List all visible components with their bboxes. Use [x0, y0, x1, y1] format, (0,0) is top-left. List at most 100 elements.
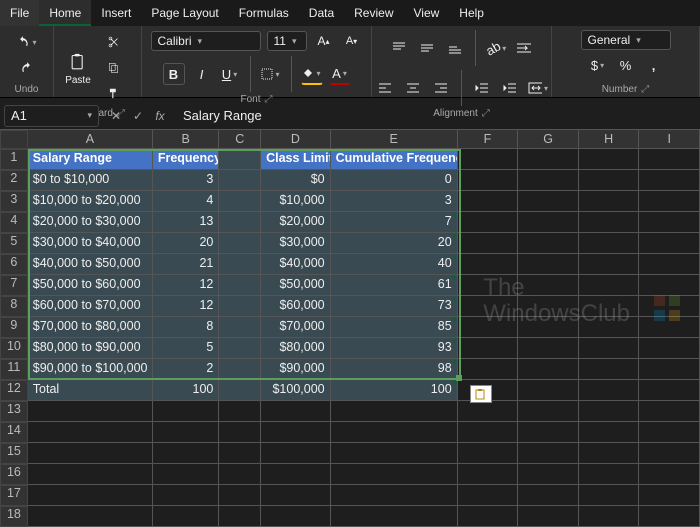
- cell[interactable]: [639, 191, 700, 212]
- cell[interactable]: $90,000 to $100,000: [28, 359, 153, 380]
- grow-font-button[interactable]: A▴: [313, 30, 335, 52]
- formula-input[interactable]: Salary Range: [173, 108, 700, 123]
- cell[interactable]: $50,000: [261, 275, 331, 296]
- name-box[interactable]: A1▾: [4, 105, 99, 127]
- row-header[interactable]: 1: [0, 149, 28, 170]
- cell[interactable]: $20,000: [261, 212, 331, 233]
- cell[interactable]: $70,000: [261, 317, 331, 338]
- cell[interactable]: [639, 380, 700, 401]
- cell[interactable]: 5: [153, 338, 220, 359]
- menu-review[interactable]: Review: [344, 0, 403, 26]
- cell[interactable]: [518, 149, 579, 170]
- increase-indent-button[interactable]: [499, 77, 521, 99]
- cell[interactable]: [153, 464, 220, 485]
- row-header[interactable]: 15: [0, 443, 28, 464]
- row-header[interactable]: 17: [0, 485, 28, 506]
- cell[interactable]: [639, 485, 700, 506]
- cell[interactable]: $90,000: [261, 359, 331, 380]
- cell[interactable]: [639, 317, 700, 338]
- menu-file[interactable]: File: [0, 0, 39, 26]
- cell[interactable]: [28, 422, 153, 443]
- cell[interactable]: [219, 380, 261, 401]
- cell[interactable]: 2: [153, 359, 220, 380]
- cell[interactable]: [153, 422, 220, 443]
- menu-formulas[interactable]: Formulas: [229, 0, 299, 26]
- fill-color-button[interactable]: [301, 63, 323, 85]
- cell[interactable]: [579, 254, 640, 275]
- cell[interactable]: [518, 275, 579, 296]
- format-painter-button[interactable]: [102, 82, 126, 106]
- cell[interactable]: [579, 275, 640, 296]
- cell[interactable]: [458, 422, 519, 443]
- cell[interactable]: 3: [331, 191, 458, 212]
- cell[interactable]: [579, 380, 640, 401]
- cell[interactable]: 12: [153, 275, 220, 296]
- col-header[interactable]: E: [331, 130, 458, 149]
- cell[interactable]: 20: [331, 233, 458, 254]
- cell[interactable]: [518, 170, 579, 191]
- cell[interactable]: $70,000 to $80,000: [28, 317, 153, 338]
- cell[interactable]: [153, 401, 220, 422]
- cell[interactable]: [639, 212, 700, 233]
- cell[interactable]: [331, 443, 458, 464]
- decrease-indent-button[interactable]: [471, 77, 493, 99]
- undo-button[interactable]: [15, 30, 39, 54]
- cell[interactable]: 7: [331, 212, 458, 233]
- cell[interactable]: $10,000 to $20,000: [28, 191, 153, 212]
- menu-insert[interactable]: Insert: [91, 0, 141, 26]
- cell[interactable]: 21: [153, 254, 220, 275]
- cell[interactable]: [639, 401, 700, 422]
- number-format-combo[interactable]: General▾: [581, 30, 671, 50]
- cell[interactable]: $20,000 to $30,000: [28, 212, 153, 233]
- align-left-button[interactable]: [374, 77, 396, 99]
- cell[interactable]: [639, 338, 700, 359]
- cell[interactable]: [261, 443, 331, 464]
- cell[interactable]: [458, 296, 519, 317]
- cell[interactable]: [579, 149, 640, 170]
- cell[interactable]: [579, 212, 640, 233]
- row-header[interactable]: 5: [0, 233, 28, 254]
- cell[interactable]: $40,000 to $50,000: [28, 254, 153, 275]
- cell[interactable]: [518, 422, 579, 443]
- cell[interactable]: [458, 212, 519, 233]
- cell[interactable]: $10,000: [261, 191, 331, 212]
- cell[interactable]: [639, 422, 700, 443]
- cell[interactable]: [518, 506, 579, 527]
- cell[interactable]: [518, 359, 579, 380]
- row-header[interactable]: 11: [0, 359, 28, 380]
- cell[interactable]: [219, 191, 261, 212]
- worksheet-grid[interactable]: A B C D E F G H I 1 Salary Range Frequen…: [0, 130, 700, 527]
- cell[interactable]: 100: [153, 380, 220, 401]
- cell[interactable]: [153, 443, 220, 464]
- cell[interactable]: 12: [153, 296, 220, 317]
- font-size-combo[interactable]: 11▾: [267, 31, 307, 51]
- cell[interactable]: [518, 443, 579, 464]
- cell[interactable]: [518, 464, 579, 485]
- comma-button[interactable]: ,: [643, 54, 665, 76]
- cell[interactable]: 73: [331, 296, 458, 317]
- cell[interactable]: [458, 359, 519, 380]
- font-name-combo[interactable]: Calibri▾: [151, 31, 261, 51]
- cell[interactable]: [458, 149, 519, 170]
- cell[interactable]: $80,000: [261, 338, 331, 359]
- col-header[interactable]: C: [219, 130, 261, 149]
- row-header[interactable]: 4: [0, 212, 28, 233]
- cell[interactable]: [518, 485, 579, 506]
- cell[interactable]: [639, 443, 700, 464]
- cell[interactable]: $40,000: [261, 254, 331, 275]
- cell[interactable]: 98: [331, 359, 458, 380]
- cell[interactable]: [219, 443, 261, 464]
- cell[interactable]: [458, 170, 519, 191]
- cell[interactable]: 3: [153, 170, 220, 191]
- cell[interactable]: 93: [331, 338, 458, 359]
- font-color-button[interactable]: A: [329, 63, 351, 85]
- merge-button[interactable]: [527, 77, 549, 99]
- col-header[interactable]: D: [261, 130, 331, 149]
- cell[interactable]: [219, 359, 261, 380]
- align-middle-button[interactable]: [416, 37, 438, 59]
- cell[interactable]: [579, 359, 640, 380]
- col-header[interactable]: A: [28, 130, 153, 149]
- cell[interactable]: [518, 296, 579, 317]
- cell[interactable]: [579, 443, 640, 464]
- cell[interactable]: [219, 212, 261, 233]
